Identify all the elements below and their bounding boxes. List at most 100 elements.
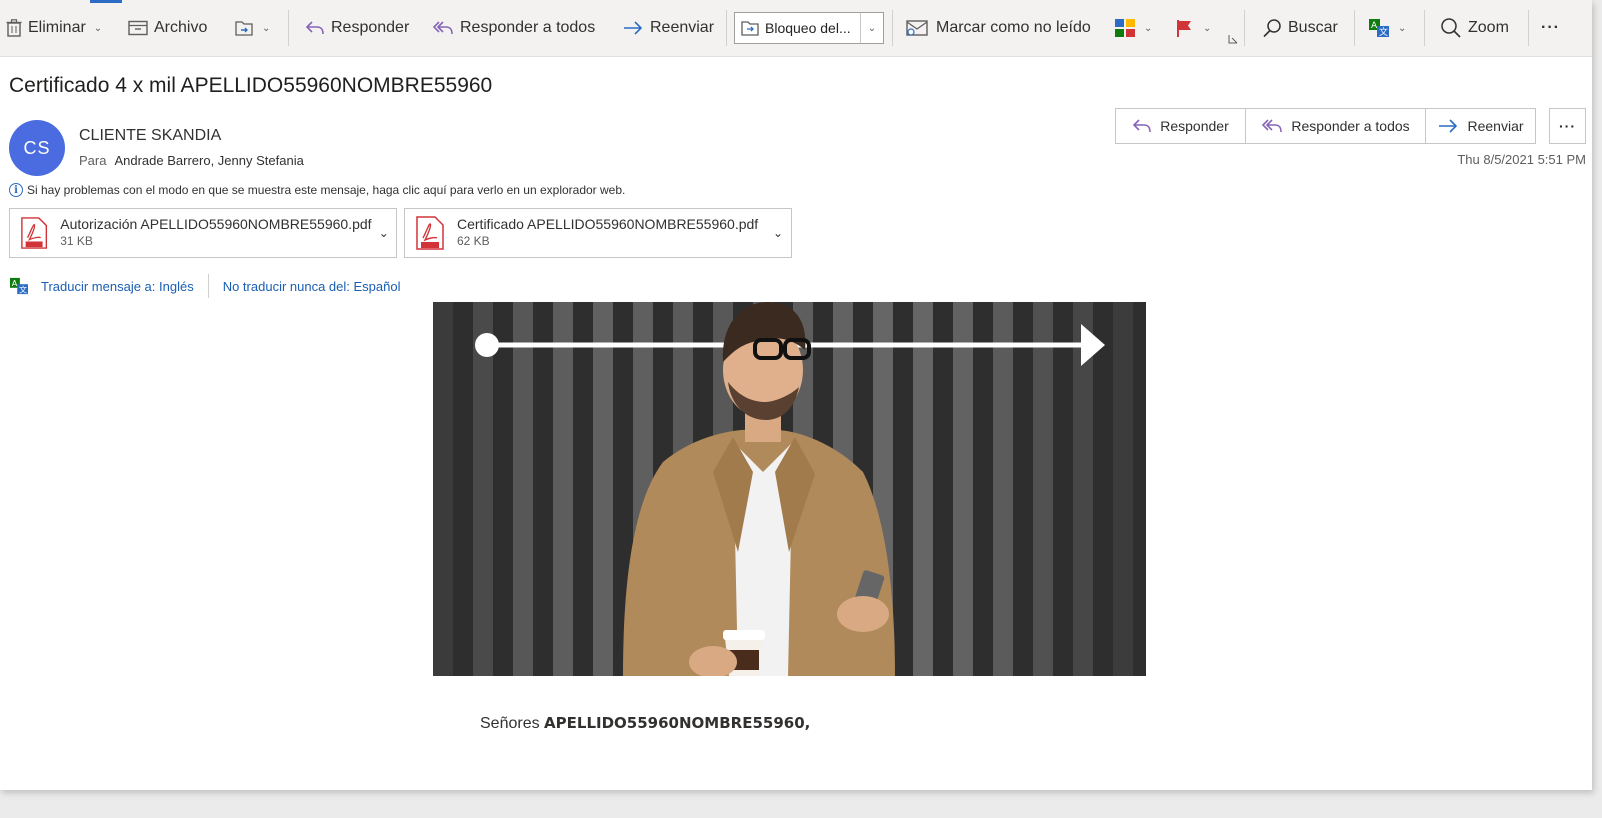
pdf-file-icon <box>416 216 444 250</box>
greeting-name: APELLIDO55960NOMBRE55960, <box>544 714 811 732</box>
toolbar-divider <box>1528 10 1529 46</box>
flag-icon <box>1177 20 1191 37</box>
chevron-down-icon[interactable]: ⌄ <box>262 23 270 34</box>
pdf-file-icon <box>21 217 48 249</box>
reply-all-icon <box>432 21 453 35</box>
email-window: Eliminar ⌄ Archivo ⌄ Responder Responder… <box>0 0 1592 790</box>
reply-button[interactable]: Responder <box>305 12 409 44</box>
svg-text:文: 文 <box>1379 26 1388 38</box>
search-icon <box>1263 19 1281 38</box>
svg-text:A: A <box>12 278 18 288</box>
chevron-down-icon[interactable]: ⌄ <box>765 226 791 240</box>
dialog-launcher-icon <box>1228 35 1238 44</box>
translate-divider <box>207 274 209 298</box>
mark-unread-label: Marcar como no leído <box>936 19 1091 36</box>
move-to-folder-icon <box>235 21 253 36</box>
never-translate-link[interactable]: No traducir nunca del: Español <box>223 279 401 294</box>
translate-message-link[interactable]: Traducir mensaje a: Inglés <box>41 279 194 294</box>
forward-button[interactable]: Reenviar <box>622 12 714 44</box>
reply-action-button[interactable]: Responder <box>1116 109 1246 143</box>
delete-label: Eliminar <box>28 19 86 36</box>
translate-bar: A文 Traducir mensaje a: Inglés No traduci… <box>9 274 401 298</box>
svg-text:文: 文 <box>19 284 27 294</box>
attachment-filename: Autorización APELLIDO55960NOMBRE55960.pd… <box>60 216 372 232</box>
move-button[interactable]: ⌄ <box>234 12 270 44</box>
more-options-label: ··· <box>1541 19 1560 36</box>
info-icon: i <box>9 183 23 197</box>
zoom-icon <box>1441 18 1461 38</box>
dialog-launcher-button[interactable] <box>1228 30 1238 48</box>
toolbar-divider <box>726 10 727 46</box>
zoom-label: Zoom <box>1468 19 1509 36</box>
forward-action-button[interactable]: Reenviar <box>1426 109 1535 143</box>
translate-icon: A文 <box>10 277 28 294</box>
chevron-down-icon[interactable]: ⌄ <box>860 13 883 43</box>
forward-arrow-icon <box>1439 119 1458 133</box>
flag-button[interactable]: ⌄ <box>1175 12 1211 44</box>
chevron-down-icon[interactable]: ⌄ <box>1203 23 1211 34</box>
archive-label: Archivo <box>154 19 208 36</box>
block-sender-dropdown[interactable]: Bloqueo del... ⌄ <box>734 12 884 44</box>
svg-text:A: A <box>1371 21 1378 31</box>
info-bar[interactable]: i Si hay problemas con el modo en que se… <box>9 183 625 197</box>
greeting-text: Señores APELLIDO55960NOMBRE55960, <box>480 714 810 733</box>
greeting-prefix: Señores <box>480 715 545 732</box>
attachment-card[interactable]: Certificado APELLIDO55960NOMBRE55960.pdf… <box>404 208 792 258</box>
active-tab-indicator <box>90 0 122 3</box>
forward-action-label: Reenviar <box>1467 118 1524 134</box>
reply-action-label: Responder <box>1160 118 1229 134</box>
translate-icon: A文 <box>1369 19 1389 38</box>
chevron-down-icon[interactable]: ⌄ <box>94 23 102 34</box>
recipient-line: Para Andrade Barrero, Jenny Stefania <box>79 153 304 168</box>
message-timestamp: Thu 8/5/2021 5:51 PM <box>1457 152 1586 167</box>
recipient-name[interactable]: Andrade Barrero, Jenny Stefania <box>114 153 303 168</box>
reply-all-icon <box>1262 119 1283 133</box>
reply-all-action-label: Responder a todos <box>1291 118 1410 134</box>
archive-icon <box>128 20 148 36</box>
more-options-button[interactable]: ··· <box>1541 12 1560 44</box>
forward-arrow-icon <box>624 21 643 35</box>
attachment-size: 62 KB <box>457 234 490 248</box>
info-bar-text[interactable]: Si hay problemas con el modo en que se m… <box>27 183 625 197</box>
ribbon-toolbar: Eliminar ⌄ Archivo ⌄ Responder Responder… <box>0 0 1592 57</box>
message-actions: Responder Responder a todos Reenviar <box>1115 108 1536 144</box>
reply-all-action-button[interactable]: Responder a todos <box>1246 109 1426 143</box>
translate-button[interactable]: A文 ⌄ <box>1368 12 1406 44</box>
banner-photo <box>433 302 1146 676</box>
attachment-card[interactable]: Autorización APELLIDO55960NOMBRE55960.pd… <box>9 208 397 258</box>
toolbar-divider <box>1354 10 1355 46</box>
reply-icon <box>1133 119 1152 133</box>
chevron-down-icon[interactable]: ⌄ <box>1144 23 1152 34</box>
attachment-size: 31 KB <box>60 234 93 248</box>
zoom-button[interactable]: Zoom <box>1440 12 1509 44</box>
trash-icon <box>6 19 22 37</box>
reply-icon <box>305 21 324 35</box>
toolbar-divider <box>1244 10 1245 46</box>
mark-unread-button[interactable]: Marcar como no leído <box>906 12 1091 44</box>
reply-all-label: Responder a todos <box>460 19 596 36</box>
more-actions-button[interactable]: ··· <box>1549 108 1586 144</box>
categorize-button[interactable]: ⌄ <box>1114 12 1152 44</box>
forward-label: Reenviar <box>650 19 715 36</box>
to-label: Para <box>79 153 107 168</box>
block-dropdown-value: Bloqueo del... <box>765 20 851 36</box>
chevron-down-icon[interactable]: ⌄ <box>372 226 396 240</box>
delete-button[interactable]: Eliminar ⌄ <box>6 12 102 44</box>
hero-image <box>433 302 1146 676</box>
reply-label: Responder <box>331 19 410 36</box>
reply-all-button[interactable]: Responder a todos <box>432 12 595 44</box>
sender-name[interactable]: CLIENTE SKANDIA <box>79 127 221 145</box>
avatar[interactable]: CS <box>9 120 65 176</box>
toolbar-divider <box>1424 10 1425 46</box>
toolbar-divider <box>892 10 893 46</box>
chevron-down-icon[interactable]: ⌄ <box>1398 23 1406 34</box>
search-button[interactable]: Buscar <box>1262 12 1338 44</box>
attachment-filename: Certificado APELLIDO55960NOMBRE55960.pdf <box>457 216 759 232</box>
message-subject: Certificado 4 x mil APELLIDO55960NOMBRE5… <box>9 74 493 97</box>
envelope-icon <box>906 20 928 36</box>
archive-button[interactable]: Archivo <box>128 12 207 44</box>
categorize-icon <box>1115 19 1135 37</box>
search-label: Buscar <box>1288 19 1338 36</box>
block-sender-icon <box>741 21 759 36</box>
toolbar-divider <box>288 10 289 46</box>
